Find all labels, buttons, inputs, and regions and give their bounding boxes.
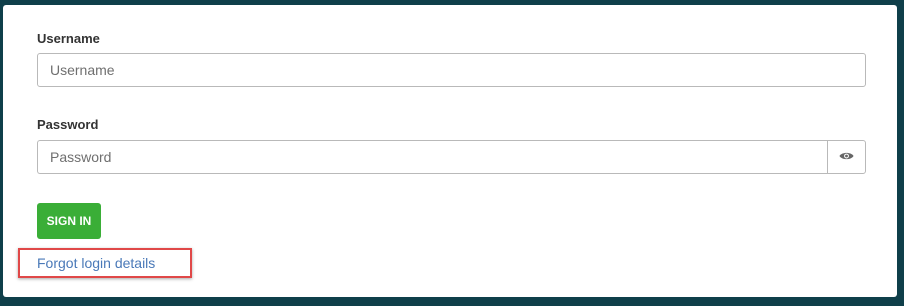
forgot-login-link[interactable]: Forgot login details xyxy=(37,255,155,271)
password-label: Password xyxy=(37,117,99,132)
username-label: Username xyxy=(37,31,100,46)
show-password-button[interactable] xyxy=(827,140,866,174)
eye-icon xyxy=(839,148,854,166)
login-panel: Username Password SIGN IN Forgot login d… xyxy=(3,5,897,297)
password-input[interactable] xyxy=(37,140,828,174)
sign-in-button[interactable]: SIGN IN xyxy=(37,203,101,239)
username-input[interactable] xyxy=(37,53,866,87)
